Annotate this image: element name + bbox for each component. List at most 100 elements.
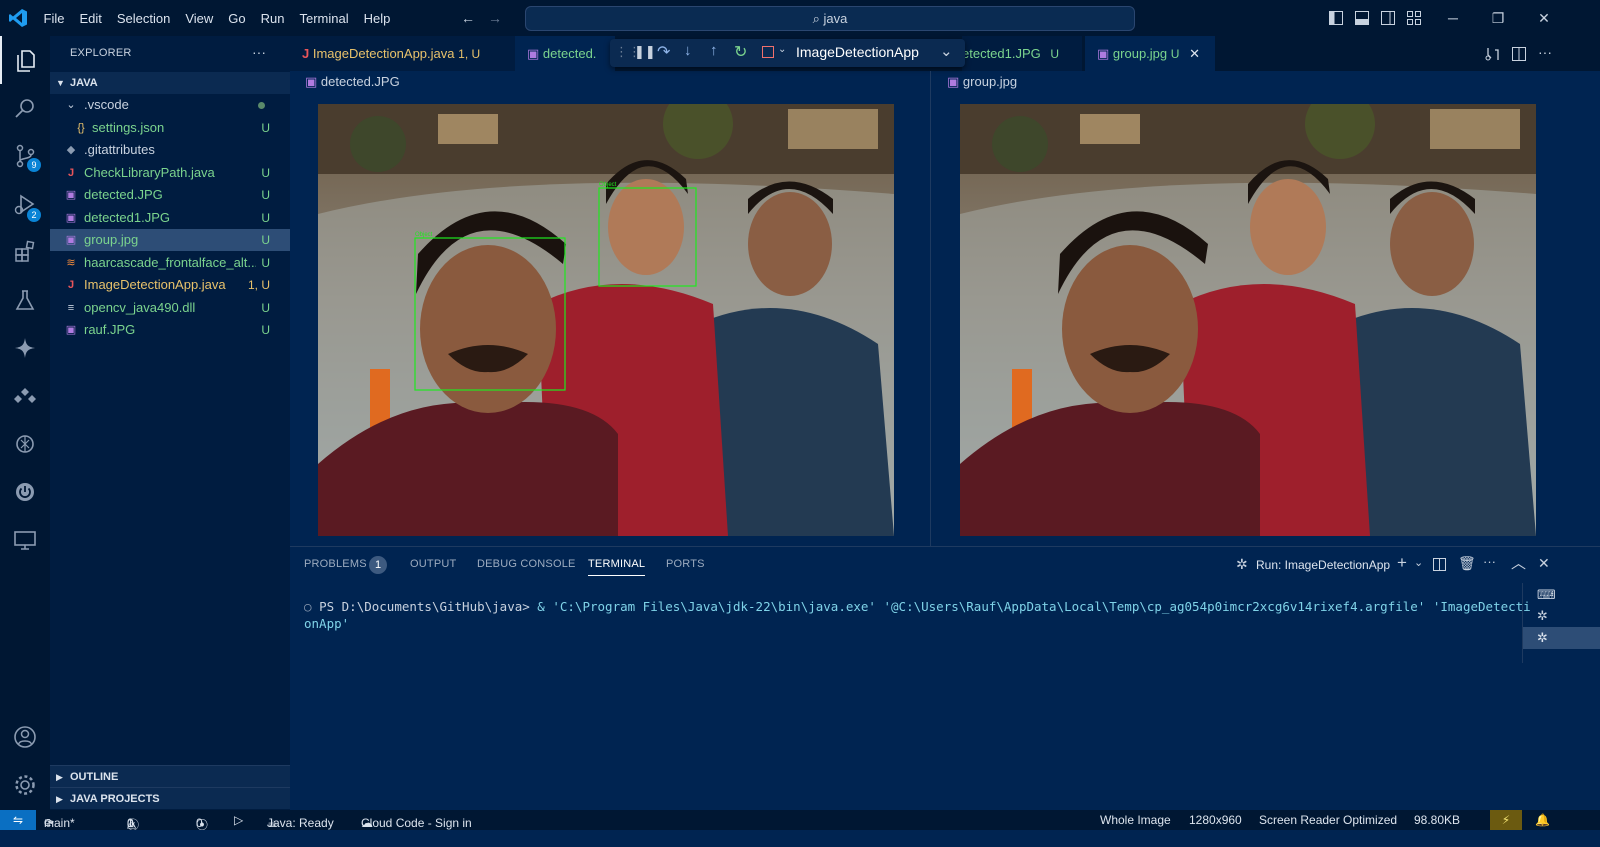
debug-config-label[interactable]: ImageDetectionApp — [796, 44, 919, 60]
menu-terminal[interactable]: Terminal — [292, 11, 356, 26]
outline-label: OUTLINE — [70, 771, 119, 783]
back-arrow-icon[interactable]: ← — [459, 9, 477, 27]
menu-file[interactable]: File — [36, 11, 72, 26]
editor-group-divider[interactable] — [930, 71, 931, 546]
split-terminal-icon[interactable] — [1433, 558, 1446, 571]
tree-item-haarcascade[interactable]: ≋ haarcascade_frontalface_alt... U — [50, 252, 290, 274]
git-status: U — [261, 323, 270, 337]
chatgpt-activity[interactable] — [0, 420, 50, 468]
trash-icon[interactable]: 🗑 — [1458, 555, 1476, 572]
menu-run[interactable]: Run — [253, 11, 292, 26]
tree-item-group[interactable]: ▣ group.jpg U — [50, 229, 290, 251]
image-preview-detected[interactable]: Object Object — [318, 104, 894, 536]
tab-terminal[interactable]: TERMINAL — [588, 558, 646, 576]
close-window-icon[interactable]: ✕ — [1535, 9, 1553, 27]
cloud-code-activity[interactable] — [0, 372, 50, 420]
tree-item-checklibrarypath[interactable]: J CheckLibraryPath.java U — [50, 162, 290, 184]
tab-detected[interactable]: ▣ detected. — [515, 36, 615, 71]
menu-help[interactable]: Help — [356, 11, 398, 26]
debug-run-icon[interactable]: ▷ — [234, 813, 243, 827]
maximize-panel-icon[interactable]: ︿ — [1511, 552, 1526, 573]
tree-item-rauf[interactable]: ▣ rauf.JPG U — [50, 319, 290, 341]
tree-item-label: ImageDetectionApp.java — [84, 277, 226, 292]
restore-icon[interactable]: ❐ — [1489, 9, 1507, 27]
minimize-icon[interactable]: ─ — [1444, 9, 1462, 27]
chevron-down-icon[interactable]: ⌄ — [778, 44, 786, 55]
image-preview-group[interactable] — [960, 104, 1536, 536]
split-editor-icon[interactable] — [1511, 46, 1527, 62]
run-debug-activity[interactable]: 2 — [0, 180, 50, 228]
tree-item-settings-json[interactable]: {} settings.json U — [50, 117, 290, 139]
outline-section[interactable]: ▶ OUTLINE — [50, 765, 290, 787]
remote-indicator-icon[interactable]: ⇋ — [0, 810, 36, 830]
tree-item-label: settings.json — [92, 120, 165, 135]
extensions-activity[interactable] — [0, 228, 50, 276]
close-panel-icon[interactable]: ✕ — [1538, 555, 1550, 572]
explorer-activity[interactable] — [0, 36, 50, 84]
screen-reader-status[interactable]: Screen Reader Optimized — [1259, 813, 1397, 827]
gemini-activity[interactable] — [0, 324, 50, 372]
toggle-secondary-sidebar-icon[interactable] — [1381, 11, 1395, 25]
java-projects-section[interactable]: ▶ JAVA PROJECTS — [50, 787, 290, 809]
command-center-search[interactable]: ⌕ java — [525, 6, 1135, 31]
terminal-run-label[interactable]: Run: ImageDetectionApp — [1256, 558, 1390, 572]
more-actions-icon[interactable]: ··· — [252, 44, 266, 60]
tree-item-detected[interactable]: ▣ detected.JPG U — [50, 184, 290, 206]
forward-arrow-icon[interactable]: → — [486, 9, 504, 27]
stop-icon[interactable] — [762, 46, 774, 58]
power-activity[interactable] — [0, 468, 50, 516]
copilot-status-icon[interactable]: ⚡ — [1490, 810, 1522, 830]
breadcrumb-right[interactable]: ▣ group.jpg — [947, 74, 1017, 90]
menu-view[interactable]: View — [178, 11, 221, 26]
tab-debug-console[interactable]: DEBUG CONSOLE — [477, 558, 576, 570]
menu-edit[interactable]: Edit — [72, 11, 109, 26]
toggle-sidebar-icon[interactable] — [1329, 11, 1343, 25]
menu-go[interactable]: Go — [221, 11, 253, 26]
accounts-activity[interactable] — [0, 713, 50, 761]
tree-item-vscode[interactable]: ⌄ .vscode — [50, 94, 290, 116]
restart-icon[interactable]: ↻ — [734, 42, 747, 62]
breadcrumb-left[interactable]: ▣ detected.JPG — [305, 74, 400, 90]
more-actions-icon[interactable]: ··· — [1538, 44, 1552, 60]
new-terminal-icon[interactable]: + — [1397, 553, 1407, 573]
tree-item-detected1[interactable]: ▣ detected1.JPG U — [50, 207, 290, 229]
tab-ports[interactable]: PORTS — [666, 558, 705, 570]
extensions-icon — [15, 240, 35, 262]
menu-selection[interactable]: Selection — [109, 11, 177, 26]
search-activity[interactable] — [0, 84, 50, 132]
terminal-output[interactable]: ○ PS D:\Documents\GitHub\java> & 'C:\Pro… — [304, 598, 1531, 632]
tab-group[interactable]: ▣ group.jpg U ✕ — [1085, 36, 1215, 71]
image-zoom-status[interactable]: Whole Image — [1100, 813, 1171, 827]
remote-explorer-activity[interactable] — [0, 516, 50, 564]
more-actions-icon[interactable]: ··· — [1483, 554, 1496, 569]
root-folder-header[interactable]: ▼ JAVA — [50, 72, 290, 94]
terminal-list-item-selected[interactable]: ✲ — [1523, 627, 1600, 649]
open-changes-icon[interactable] — [1485, 46, 1501, 62]
tab-problems[interactable]: PROBLEMS — [304, 558, 367, 570]
debug-bug-icon[interactable]: ✲ — [1537, 608, 1548, 624]
notifications-bell-icon[interactable]: 🔔 — [1535, 813, 1550, 827]
chevron-down-icon[interactable]: ⌄ — [1414, 556, 1423, 569]
testing-activity[interactable] — [0, 276, 50, 324]
pause-icon[interactable]: ❚❚ — [634, 44, 656, 60]
gear-icon — [15, 775, 35, 795]
toggle-panel-icon[interactable] — [1355, 11, 1369, 25]
tab-detected1[interactable]: etected1.JPG U — [962, 36, 1082, 71]
tab-imagedetectionapp[interactable]: J ImageDetectionApp.java 1, U — [290, 36, 515, 71]
terminal-list: ⌨ ✲ ✲ — [1522, 583, 1600, 663]
step-out-icon[interactable]: ↑ — [710, 42, 718, 59]
tree-item-imagedetectionapp[interactable]: J ImageDetectionApp.java 1, U — [50, 274, 290, 296]
customize-layout-icon[interactable] — [1407, 11, 1421, 25]
cloud-code-icon — [14, 388, 36, 403]
close-tab-icon[interactable]: ✕ — [1189, 46, 1200, 61]
source-control-activity[interactable]: 9 — [0, 132, 50, 180]
chevron-down-icon[interactable]: ⌄ — [940, 42, 953, 60]
tree-item-gitattributes[interactable]: ◆ .gitattributes — [50, 139, 290, 161]
tab-output[interactable]: OUTPUT — [410, 558, 456, 570]
terminal-icon[interactable]: ⌨ — [1537, 587, 1556, 603]
step-into-icon[interactable]: ↓ — [684, 42, 692, 59]
manage-activity[interactable] — [0, 761, 50, 809]
remote-explorer-icon — [14, 531, 36, 550]
tree-item-opencv-dll[interactable]: ≡ opencv_java490.dll U — [50, 297, 290, 319]
step-over-icon[interactable]: ↷ — [657, 42, 670, 62]
